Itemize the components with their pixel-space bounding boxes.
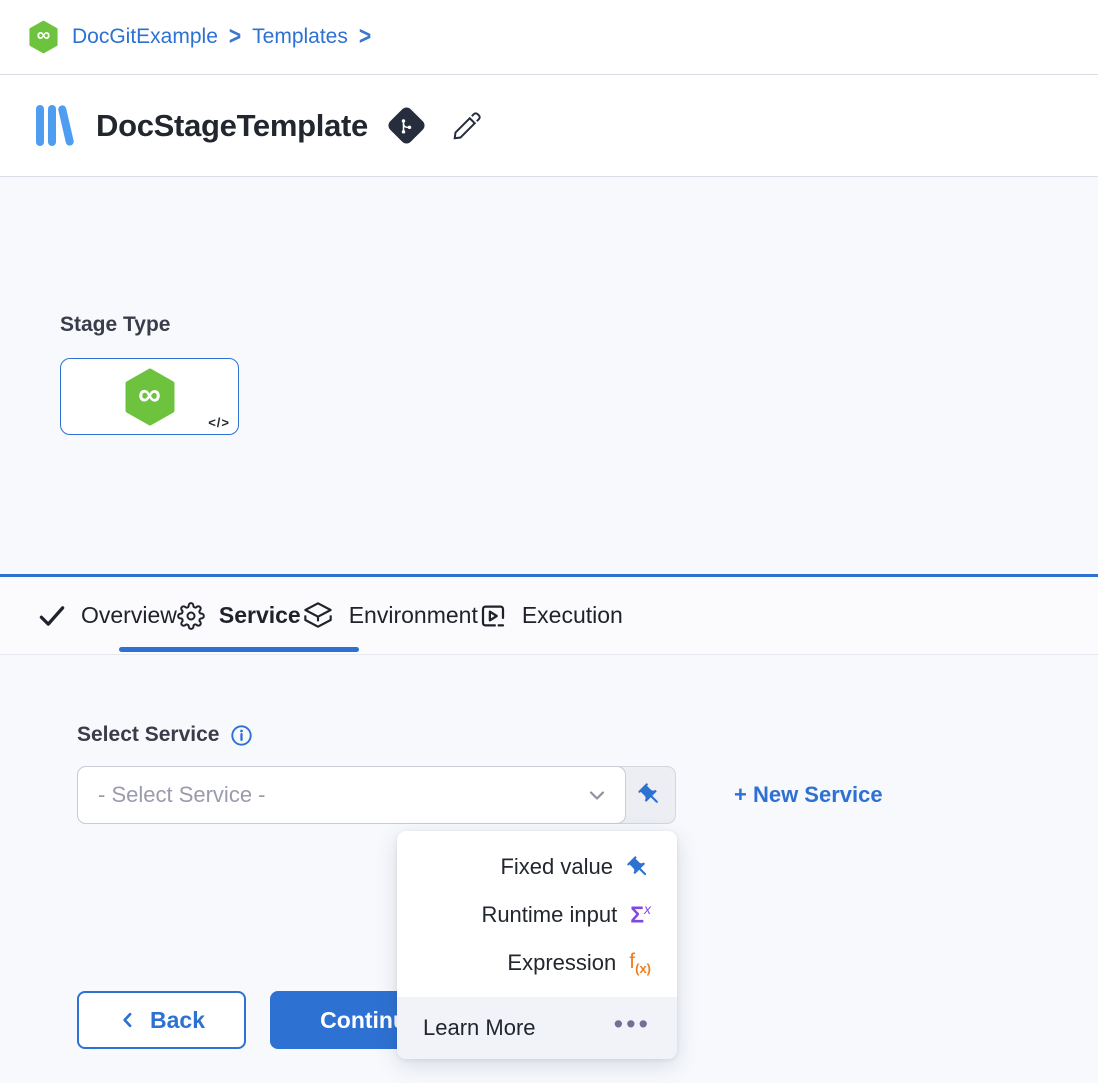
menu-learn-more[interactable]: Learn More •••	[397, 997, 677, 1059]
breadcrumb-separator: >	[229, 22, 241, 52]
tab-service[interactable]: Service	[177, 577, 301, 654]
tab-environment[interactable]: Environment	[301, 577, 478, 654]
play-square-icon	[478, 601, 508, 631]
menu-item-runtime-input[interactable]: Runtime input Σx	[397, 891, 677, 939]
page-title: DocStageTemplate	[96, 108, 368, 144]
fx-icon: f(x)	[629, 950, 651, 976]
back-button[interactable]: Back	[77, 991, 246, 1049]
git-remote-badge-icon	[386, 105, 427, 146]
gear-icon	[177, 602, 205, 630]
input-type-menu: Fixed value Runtime input Σx Expression …	[397, 831, 677, 1059]
sigma-x-icon: Σx	[630, 901, 651, 929]
breadcrumb: ∞ DocGitExample > Templates >	[0, 0, 1098, 75]
breadcrumb-separator: >	[359, 22, 371, 52]
stage-type-card-ci[interactable]: ∞ </>	[60, 358, 239, 435]
info-icon[interactable]	[230, 724, 253, 747]
pin-icon	[626, 855, 651, 880]
ci-stage-icon: ∞	[123, 368, 177, 426]
pin-icon	[637, 782, 663, 808]
breadcrumb-project-link[interactable]: DocGitExample	[72, 25, 218, 49]
tab-execution[interactable]: Execution	[478, 577, 623, 654]
breadcrumb-templates-link[interactable]: Templates	[252, 25, 348, 49]
select-service-dropdown[interactable]: - Select Service -	[77, 766, 626, 824]
menu-item-expression[interactable]: Expression f(x)	[397, 939, 677, 987]
pencil-icon	[451, 110, 483, 142]
edit-title-button[interactable]	[451, 110, 483, 142]
template-title-bar: DocStageTemplate	[0, 75, 1098, 177]
stage-type-section: Stage Type ∞ </>	[0, 177, 1098, 574]
new-service-link[interactable]: + New Service	[734, 782, 883, 808]
harness-project-icon: ∞	[28, 20, 59, 54]
stage-tabs: Overview Service Environment Execution	[0, 574, 1098, 655]
template-library-icon	[36, 105, 80, 147]
code-icon: </>	[208, 415, 230, 430]
more-dots-icon: •••	[614, 1024, 651, 1032]
menu-item-fixed-value[interactable]: Fixed value	[397, 843, 677, 891]
check-icon	[37, 601, 67, 631]
input-type-pin-button[interactable]	[624, 767, 675, 823]
select-service-group: - Select Service -	[77, 766, 676, 824]
chevron-left-icon	[118, 1010, 138, 1030]
select-service-label: Select Service	[77, 723, 219, 747]
stage-type-label: Stage Type	[60, 313, 1098, 337]
service-tab-content: Select Service - Select Service - + New …	[0, 655, 1098, 1083]
select-service-placeholder: - Select Service -	[98, 782, 266, 808]
environment-box-icon	[301, 600, 335, 632]
tab-overview[interactable]: Overview	[37, 577, 177, 654]
chevron-down-icon	[585, 783, 609, 807]
